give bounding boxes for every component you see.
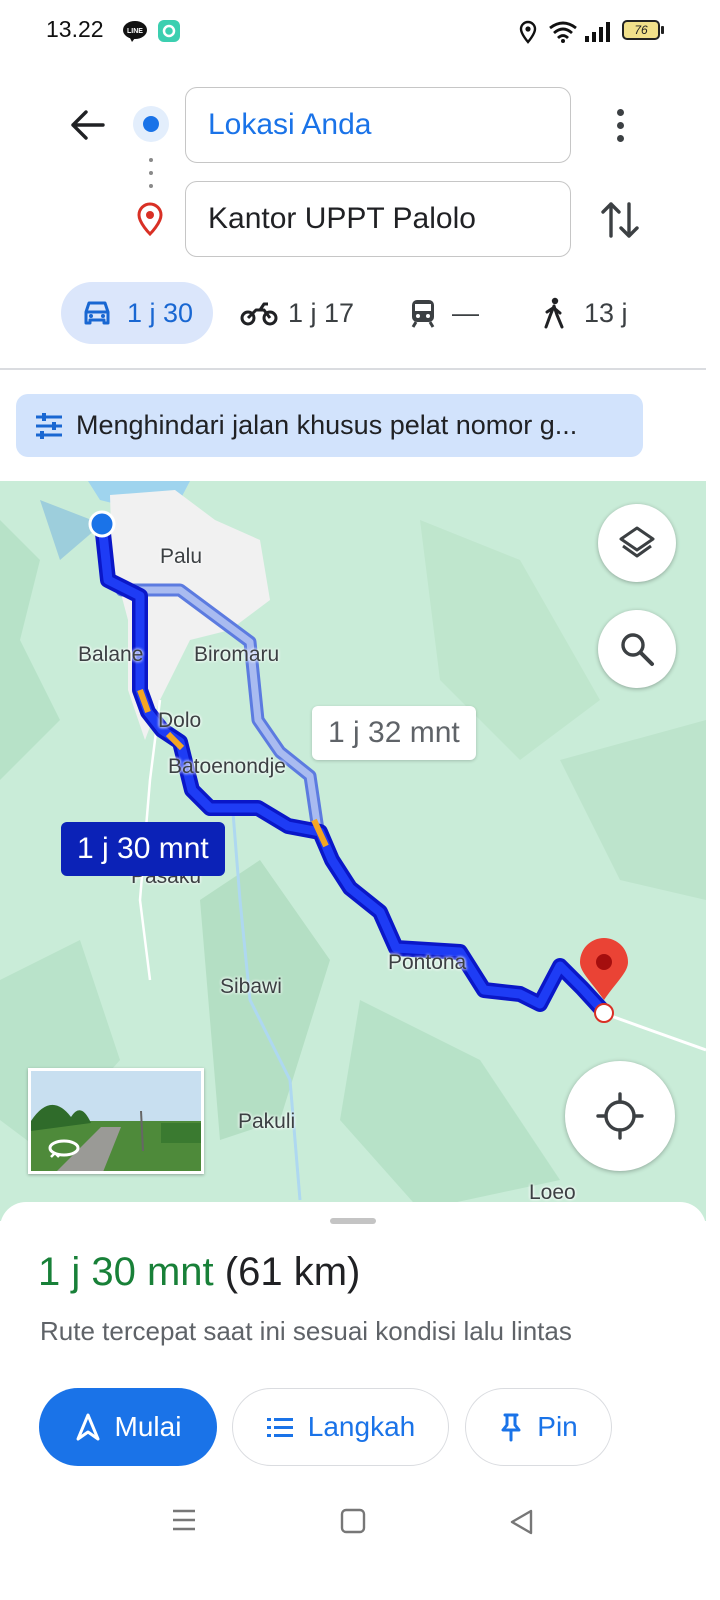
back-button[interactable] <box>62 100 112 150</box>
route-options-label: Menghindari jalan khusus pelat nomor g..… <box>76 410 578 440</box>
status-time: 13.22 <box>46 16 104 42</box>
sheet-drag-handle[interactable] <box>330 1218 376 1224</box>
destination-pin-icon <box>137 202 163 236</box>
signal-icon <box>585 22 610 42</box>
car-icon <box>84 301 110 325</box>
start-label: Mulai <box>114 1411 182 1442</box>
tab-drive[interactable]: 1 j 30 <box>61 282 213 344</box>
map-view[interactable]: Palu Balane Biromaru Dolo Batoenondje Pa… <box>0 481 706 1221</box>
more-options-button[interactable] <box>600 102 640 148</box>
tab-drive-label: 1 j 30 <box>127 297 194 328</box>
walk-icon <box>544 297 564 329</box>
line-app-icon: LINE <box>123 21 147 42</box>
transit-icon <box>411 300 435 328</box>
status-bar: 13.22 LINE 76 <box>0 0 720 64</box>
notification-app-icon <box>158 20 180 42</box>
menu-icon[interactable] <box>171 1508 197 1532</box>
list-icon <box>266 1418 293 1437</box>
location-icon <box>519 20 537 44</box>
place-label: Palu <box>160 545 203 568</box>
motorcycle-icon <box>240 302 278 326</box>
place-label: Pontona <box>388 951 467 974</box>
system-nav-bar <box>0 1490 706 1560</box>
layers-icon <box>619 526 655 558</box>
tab-transit-label: — <box>452 297 479 328</box>
search-icon <box>621 633 654 666</box>
swap-icon[interactable] <box>598 196 642 244</box>
battery-icon: 76 <box>622 20 664 40</box>
route-options-chip[interactable]: Menghindari jalan khusus pelat nomor g..… <box>16 394 643 457</box>
destination-field[interactable]: Kantor UPPT Palolo <box>185 181 571 257</box>
place-label: Sibawi <box>220 975 282 998</box>
steps-button[interactable]: Langkah <box>232 1388 449 1466</box>
place-label: Batoenondje <box>168 755 286 778</box>
origin-dot-icon <box>133 106 169 142</box>
steps-label: Langkah <box>307 1411 416 1442</box>
street-view-rotate-icon <box>48 1139 80 1158</box>
back-nav-icon[interactable] <box>508 1508 534 1536</box>
start-navigation-button[interactable]: Mulai <box>39 1388 217 1466</box>
street-view-thumbnail[interactable] <box>28 1068 204 1174</box>
place-label: Balane <box>78 643 144 666</box>
layers-button[interactable] <box>598 504 676 582</box>
tab-walk[interactable]: 13 j <box>542 282 628 344</box>
wifi-icon <box>549 21 577 43</box>
tab-motorcycle-label: 1 j 17 <box>288 297 355 328</box>
origin-field[interactable]: Lokasi Anda <box>185 87 571 163</box>
home-icon[interactable] <box>340 1508 366 1534</box>
arrow-back-icon <box>71 110 105 140</box>
pin-label: Pin <box>537 1411 578 1442</box>
place-label: Biromaru <box>194 643 280 666</box>
crosshair-icon <box>596 1092 644 1140</box>
alt-route-eta-label[interactable]: 1 j 32 mnt <box>312 706 476 760</box>
pin-button[interactable]: Pin <box>465 1388 612 1466</box>
search-along-route-button[interactable] <box>598 610 676 688</box>
svg-text:LINE: LINE <box>127 28 143 35</box>
main-route-eta-label[interactable]: 1 j 30 mnt <box>61 822 225 876</box>
route-summary: 1 j 30 mnt (61 km) <box>38 1250 360 1295</box>
route-description: Rute tercepat saat ini sesuai kondisi la… <box>40 1316 572 1346</box>
tab-transit[interactable]: — <box>410 282 479 344</box>
divider <box>0 368 706 370</box>
tab-walk-label: 13 j <box>584 297 628 328</box>
navigation-arrow-icon <box>76 1413 100 1441</box>
route-connector <box>149 158 153 188</box>
pin-icon <box>501 1413 521 1442</box>
my-location-button[interactable] <box>565 1061 675 1171</box>
tune-icon <box>36 412 62 439</box>
tab-motorcycle[interactable]: 1 j 17 <box>240 282 354 344</box>
place-label: Dolo <box>158 709 202 732</box>
place-label: Pakuli <box>238 1110 296 1133</box>
route-distance: (61 km) <box>224 1250 361 1294</box>
route-duration: 1 j 30 mnt <box>38 1250 214 1294</box>
